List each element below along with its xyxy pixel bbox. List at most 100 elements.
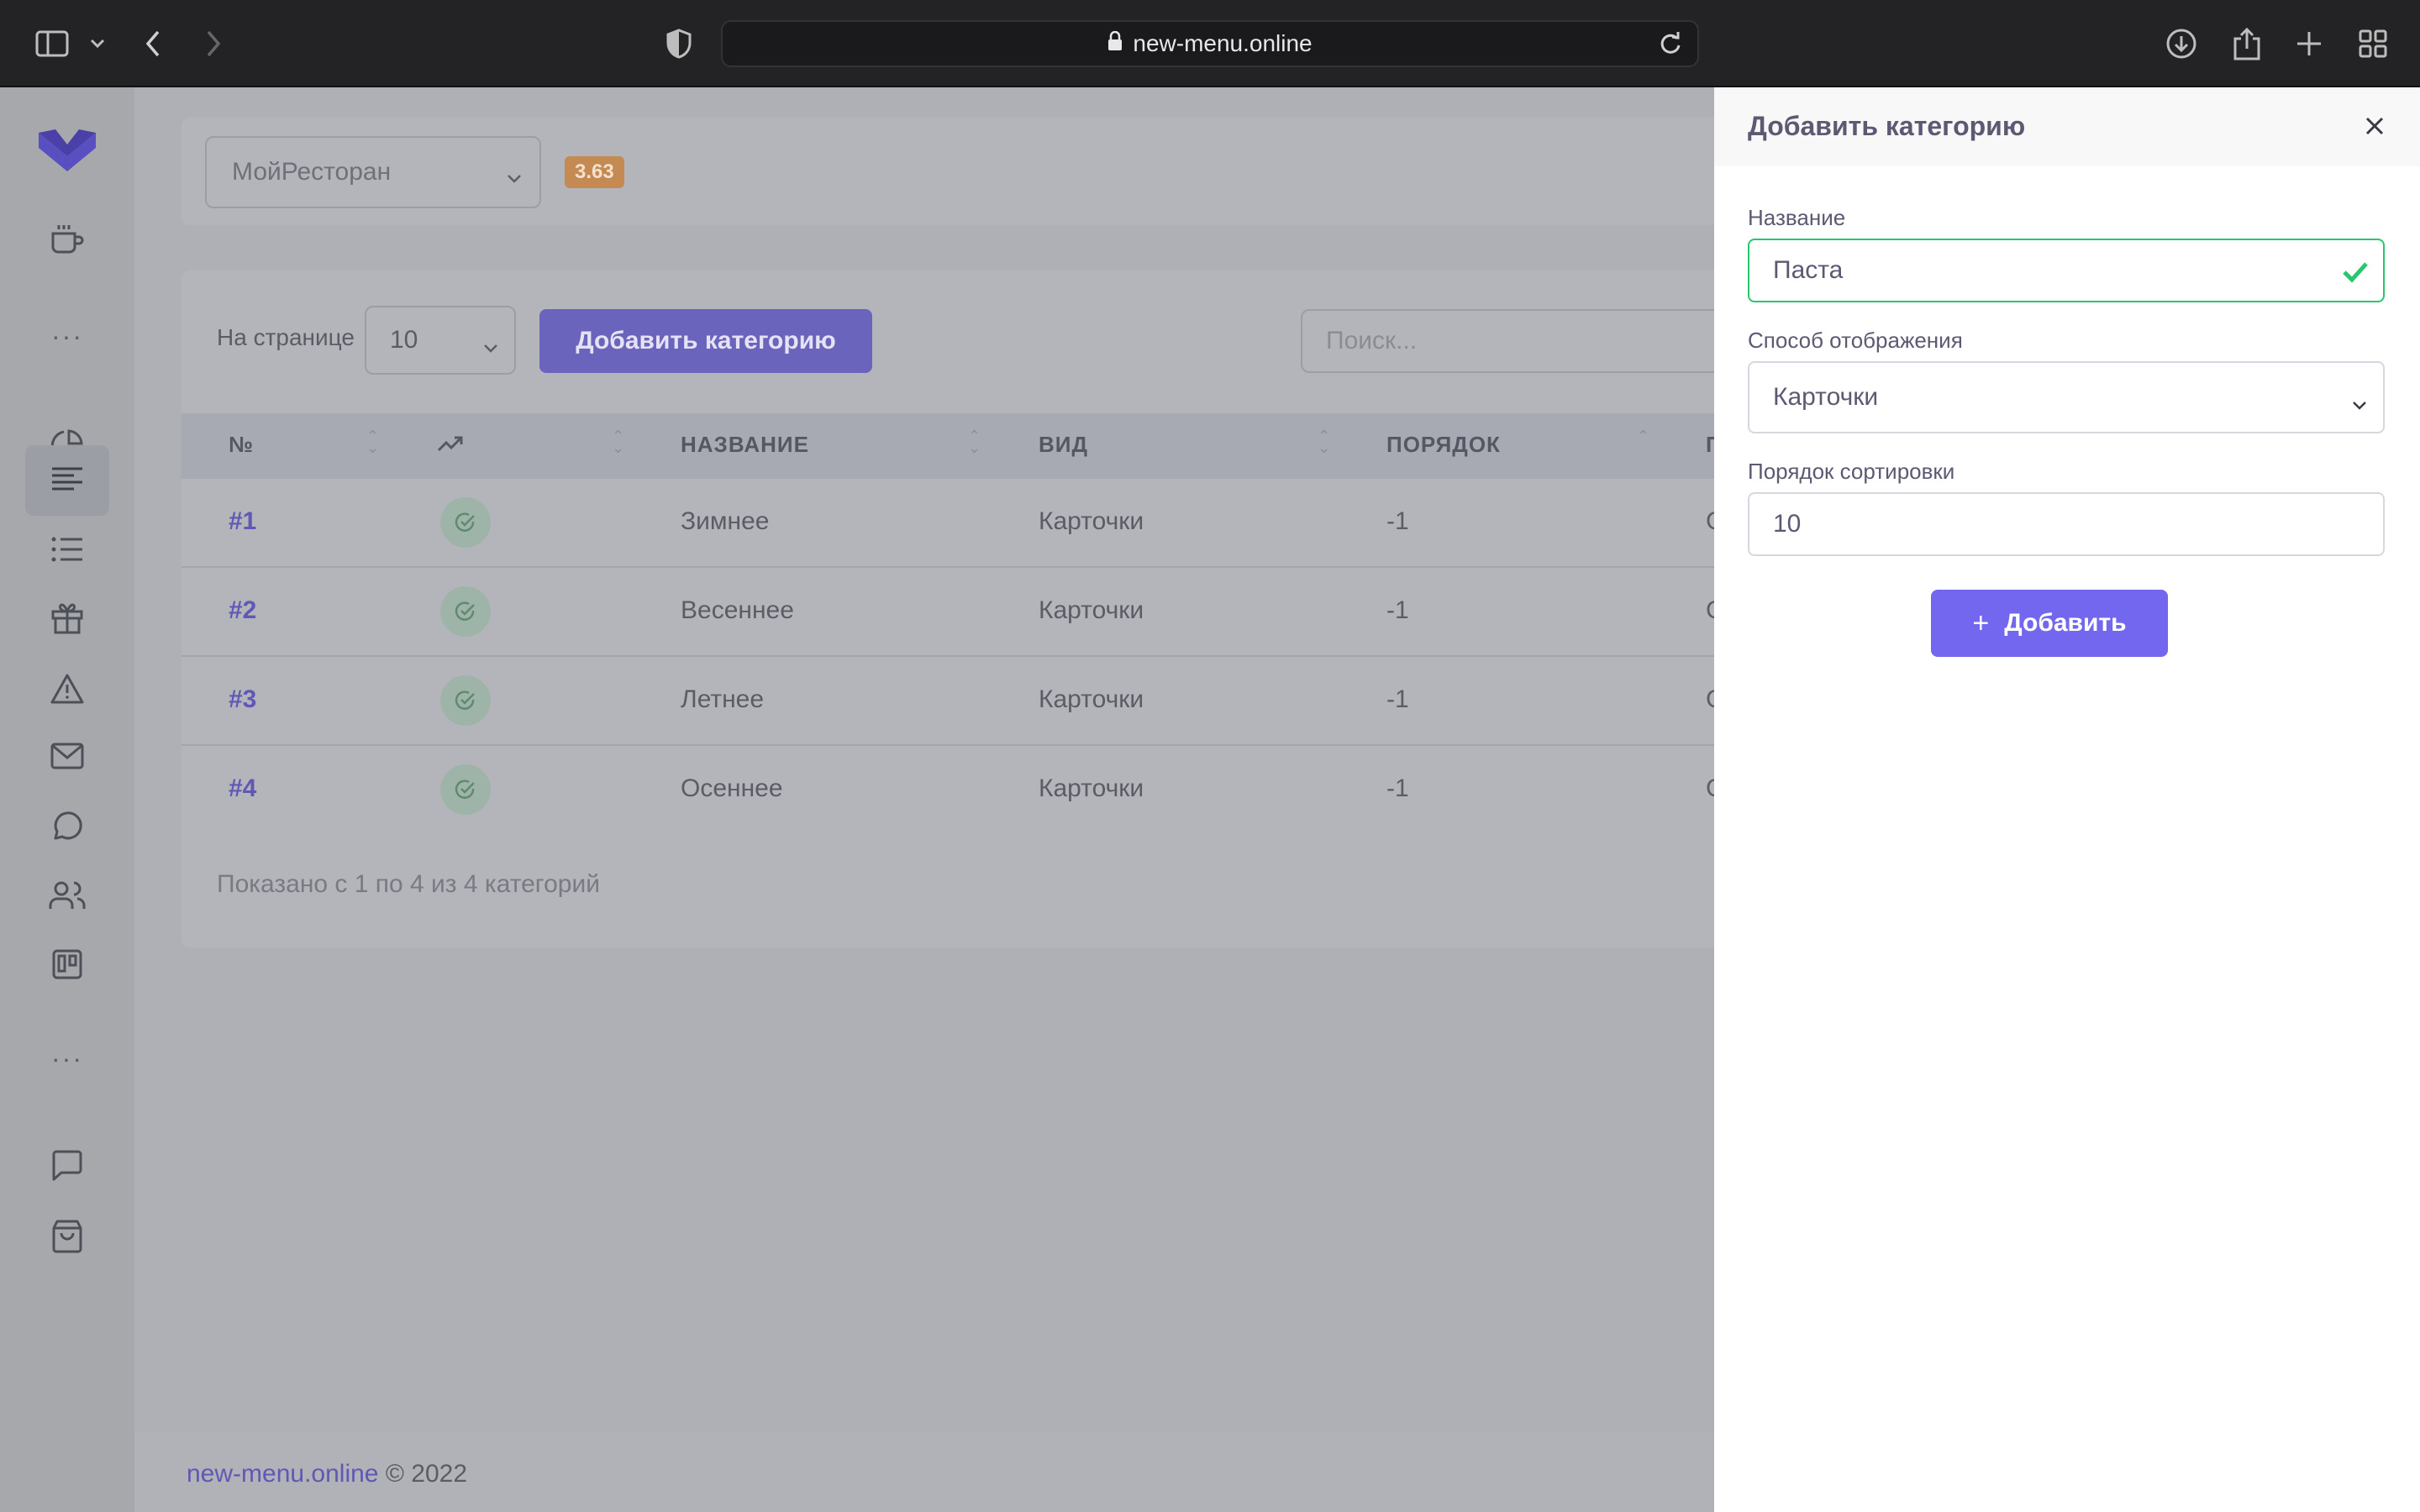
address-bar[interactable]: new-menu.online (721, 20, 1699, 67)
sidebar-item-users[interactable] (25, 862, 109, 932)
sort-order-value: 10 (1773, 510, 1802, 538)
add-category-button[interactable]: Добавить категорию (539, 309, 872, 373)
sort-icon[interactable]: ⌃ (1637, 428, 1649, 444)
download-icon[interactable] (2161, 24, 2202, 64)
table-header (182, 413, 1862, 479)
section-dots-icon: ··· (51, 1043, 83, 1074)
row-id-link[interactable]: #3 (229, 685, 256, 714)
coffee-cup-icon (50, 222, 85, 260)
row-id-link[interactable]: #1 (229, 507, 256, 536)
browser-toolbar: new-menu.online (0, 0, 2420, 87)
chevron-down-icon (482, 333, 499, 361)
sort-icon[interactable]: ⌃ ⌄ (1318, 428, 1330, 455)
sidebar-item-categories[interactable] (25, 445, 109, 516)
table-row (182, 568, 1862, 657)
message-circle-icon (50, 810, 84, 848)
sidebar-item-menu[interactable] (25, 205, 109, 276)
column-header-trend[interactable] (437, 432, 464, 458)
name-input-value: Паста (1773, 256, 1844, 284)
row-name: Летнее (681, 685, 765, 713)
lock-icon (1107, 30, 1123, 57)
row-view: Карточки (1039, 596, 1144, 624)
sidebar-item-feedback[interactable] (25, 1132, 109, 1203)
row-view: Карточки (1039, 774, 1144, 802)
check-icon (2341, 257, 2370, 292)
shield-icon[interactable] (659, 24, 699, 64)
sort-icon[interactable]: ⌃ ⌄ (366, 428, 379, 455)
per-page-value: 10 (390, 326, 418, 354)
sidebar-item-gifts[interactable] (25, 585, 109, 655)
trending-up-icon (437, 432, 464, 457)
chevron-down-icon[interactable] (77, 24, 118, 64)
display-select-value: Карточки (1773, 383, 1879, 411)
alert-triangle-icon (50, 673, 85, 709)
close-icon[interactable] (2363, 114, 2386, 142)
sidebar: ··· ··· (0, 87, 134, 1512)
check-circle-icon (440, 586, 491, 637)
app-logo[interactable] (37, 126, 97, 177)
row-view: Карточки (1039, 685, 1144, 713)
panel-title: Добавить категорию (1748, 111, 2026, 141)
table-row (182, 746, 1862, 835)
row-id-link[interactable]: #2 (229, 596, 256, 625)
sidebar-item-chat[interactable] (25, 793, 109, 864)
row-name: Зимнее (681, 507, 770, 535)
tab-overview-icon[interactable] (2353, 24, 2393, 64)
row-name: Осеннее (681, 774, 783, 802)
per-page-label: На странице (217, 324, 355, 350)
version-badge: 3.63 (565, 156, 624, 188)
sort-icon[interactable]: ⌃ ⌄ (612, 428, 624, 455)
share-icon[interactable] (2227, 24, 2267, 64)
plus-icon: + (1972, 606, 1990, 639)
sidebar-item-shop[interactable] (25, 1203, 109, 1273)
name-input[interactable]: Паста (1748, 239, 2385, 302)
forward-icon[interactable] (193, 24, 234, 64)
row-order: -1 (1386, 507, 1409, 535)
section-dots-icon: ··· (51, 321, 83, 351)
list-icon (50, 536, 84, 567)
row-order: -1 (1386, 596, 1409, 624)
copyright: new-menu.online © 2022 (187, 1460, 467, 1488)
message-square-icon (51, 1150, 83, 1186)
check-circle-icon (440, 764, 491, 815)
copyright-text: © 2022 (385, 1460, 468, 1488)
restaurant-name: МойРесторан (232, 158, 392, 186)
column-header-view[interactable]: ВИД (1039, 432, 1088, 458)
users-icon (49, 880, 86, 915)
sidebar-item-mail[interactable] (25, 722, 109, 793)
table-row (182, 657, 1862, 746)
sidebar-toggle-icon[interactable] (32, 24, 72, 64)
add-category-panel: Добавить категорию Название Паста Способ… (1714, 87, 2420, 1512)
table-row (182, 479, 1862, 568)
align-left-icon (50, 465, 84, 496)
column-header-number[interactable]: № (229, 432, 254, 458)
footer-link[interactable]: new-menu.online (187, 1460, 378, 1488)
trello-icon (52, 949, 82, 984)
back-icon[interactable] (133, 24, 173, 64)
sidebar-item-alerts[interactable] (25, 655, 109, 726)
check-circle-icon (440, 497, 491, 548)
reload-icon[interactable] (1654, 27, 1687, 66)
column-header-name[interactable]: НАЗВАНИЕ (681, 432, 809, 458)
sort-order-label: Порядок сортировки (1748, 459, 1955, 484)
sort-order-input[interactable]: 10 (1748, 492, 2385, 556)
sidebar-item-list[interactable] (25, 516, 109, 586)
display-select[interactable]: Карточки (1748, 361, 2385, 433)
check-circle-icon (440, 675, 491, 726)
table-summary: Показано с 1 по 4 из 4 категорий (217, 870, 600, 898)
sidebar-item-board[interactable] (25, 931, 109, 1001)
per-page-select[interactable]: 10 (365, 306, 516, 375)
column-header-order[interactable]: ПОРЯДОК (1386, 432, 1501, 458)
row-name: Весеннее (681, 596, 794, 624)
sort-icon[interactable]: ⌃ ⌄ (968, 428, 981, 455)
restaurant-select[interactable]: МойРесторан (205, 136, 541, 208)
new-tab-icon[interactable] (2289, 24, 2329, 64)
panel-header: Добавить категорию (1714, 87, 2420, 166)
row-order: -1 (1386, 685, 1409, 713)
chevron-down-icon (506, 163, 523, 192)
shopping-bag-icon (51, 1220, 83, 1257)
add-button-label: Добавить (2004, 609, 2127, 637)
chevron-down-icon (2351, 390, 2368, 418)
add-button[interactable]: + Добавить (1931, 590, 2168, 657)
row-id-link[interactable]: #4 (229, 774, 256, 803)
